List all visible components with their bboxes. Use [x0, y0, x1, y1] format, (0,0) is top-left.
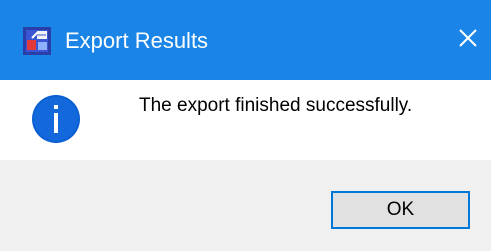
- info-icon: [31, 94, 81, 144]
- ok-button[interactable]: OK: [331, 191, 470, 229]
- message-area: The export finished successfully.: [0, 80, 491, 160]
- window-title: Export Results: [65, 28, 209, 53]
- button-bar: OK: [0, 160, 491, 251]
- dialog-message: The export finished successfully.: [139, 95, 413, 116]
- export-app-icon: [22, 26, 52, 56]
- close-button[interactable]: [445, 17, 491, 63]
- title-bar: Export Results: [0, 0, 491, 80]
- close-icon: [458, 28, 478, 53]
- export-results-dialog: Export Results The export finished succe…: [0, 0, 491, 251]
